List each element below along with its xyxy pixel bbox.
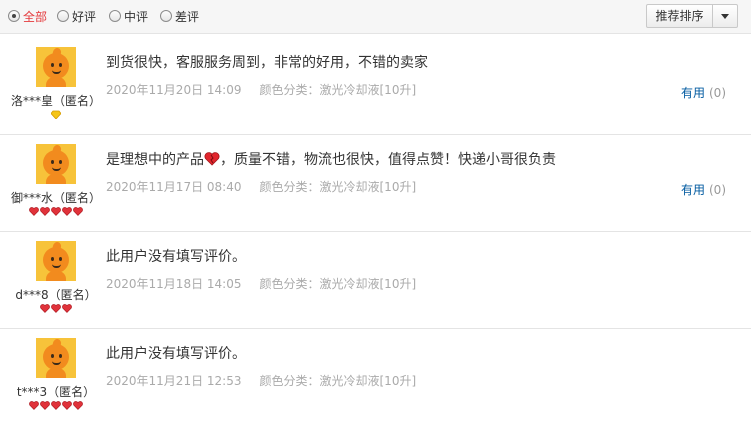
user-level-badges (0, 207, 112, 216)
red-heart-icon (73, 401, 83, 410)
red-heart-icon (62, 304, 72, 313)
filter-all-label: 全部 (23, 9, 48, 24)
review-meta: 2020年11月18日 14:05 颜色分类：激光冷却液[10升] (106, 275, 416, 292)
radio-unchecked-icon (160, 10, 172, 22)
reviewer-name: 御***水（匿名） (10, 191, 101, 205)
filter-medium-label: 中评 (124, 9, 149, 24)
review-content: 此用户没有填写评价。 (106, 346, 246, 362)
review-item: d***8（匿名） 此用户没有填写评价。 2020年11月18日 14:05 颜色… (0, 232, 751, 329)
sort-label: 推荐排序 (647, 5, 713, 27)
filter-medium-radio[interactable]: 中评 (109, 6, 148, 26)
color-category-label: 颜色分类： (259, 180, 320, 194)
review-meta: 2020年11月20日 14:09 颜色分类：激光冷却液[10升] (106, 81, 416, 98)
useful-button[interactable]: 有用 (0) (681, 181, 726, 198)
avatar (36, 144, 76, 184)
color-category-label: 颜色分类： (259, 277, 320, 291)
review-content: 是理想中的产品 ，质量不错，物流也很快，值得点赞！快递小哥很负责 (106, 149, 556, 169)
review-date: 2020年11月17日 08:40 (106, 180, 242, 194)
dropdown-arrow-icon[interactable] (713, 5, 737, 27)
radio-unchecked-icon (57, 10, 69, 22)
filter-bad-label: 差评 (175, 9, 200, 24)
filter-good-radio[interactable]: 好评 (57, 6, 96, 26)
red-heart-icon (73, 207, 83, 216)
red-heart-icon (29, 207, 39, 216)
red-heart-icon (40, 207, 50, 216)
radio-checked-icon (8, 10, 20, 22)
avatar (36, 338, 76, 378)
yellow-diamond-icon (51, 110, 61, 119)
filter-all-radio[interactable]: 全部 (8, 6, 47, 26)
color-category-value: 激光冷却液[10升] (319, 277, 417, 291)
red-heart-icon (62, 401, 72, 410)
useful-count: (0) (709, 183, 726, 197)
avatar (36, 47, 76, 87)
review-filter-bar: 全部 好评 中评 差评 推荐排序 (0, 0, 751, 34)
review-meta: 2020年11月17日 08:40 颜色分类：激光冷却液[10升] (106, 178, 416, 195)
review-date: 2020年11月21日 12:53 (106, 374, 242, 388)
useful-label: 有用 (680, 183, 705, 197)
red-heart-icon (51, 401, 61, 410)
reviewer-name: 洛***皇（匿名） (10, 94, 101, 108)
useful-label: 有用 (680, 86, 705, 100)
red-heart-icon (51, 304, 61, 313)
user-level-badges (0, 401, 112, 410)
red-heart-icon (62, 207, 72, 216)
color-category-value: 激光冷却液[10升] (319, 83, 417, 97)
red-heart-icon (29, 401, 39, 410)
filter-good-label: 好评 (72, 9, 97, 24)
review-content-part: ，质量不错，物流也很快，值得点赞！快递小哥很负责 (220, 152, 556, 168)
color-category-label: 颜色分类： (259, 83, 320, 97)
review-content: 此用户没有填写评价。 (106, 249, 246, 265)
color-category-value: 激光冷却液[10升] (319, 180, 417, 194)
review-item: 洛***皇（匿名） 到货很快，客服服务周到，非常的好用，不错的卖家 2020年1… (0, 38, 751, 135)
user-level-badges (0, 304, 112, 313)
review-content: 到货很快，客服服务周到，非常的好用，不错的卖家 (106, 55, 428, 71)
review-item: 御***水（匿名） 是理想中的产品 ，质量不错，物流也很快，值得点赞！快递小哥很负… (0, 135, 751, 232)
useful-count: (0) (709, 86, 726, 100)
color-category-value: 激光冷却液[10升] (319, 374, 417, 388)
review-meta: 2020年11月21日 12:53 颜色分类：激光冷却液[10升] (106, 372, 416, 389)
reviewer-name: d***8（匿名） (15, 288, 97, 302)
review-date: 2020年11月18日 14:05 (106, 277, 242, 291)
sort-dropdown[interactable]: 推荐排序 (646, 4, 738, 28)
heart-emoji-icon (204, 152, 220, 166)
review-content-part: 是理想中的产品 (106, 152, 204, 168)
radio-unchecked-icon (109, 10, 121, 22)
avatar (36, 241, 76, 281)
red-heart-icon (40, 401, 50, 410)
filter-bad-radio[interactable]: 差评 (160, 6, 199, 26)
red-heart-icon (51, 207, 61, 216)
user-level-badges (0, 110, 112, 119)
review-item: t***3（匿名） 此用户没有填写评价。 2020年11月21日 12:53 颜色… (0, 329, 751, 431)
red-heart-icon (40, 304, 50, 313)
useful-button[interactable]: 有用 (0) (681, 84, 726, 101)
color-category-label: 颜色分类： (259, 374, 320, 388)
review-date: 2020年11月20日 14:09 (106, 83, 242, 97)
reviewer-name: t***3（匿名） (16, 385, 96, 399)
